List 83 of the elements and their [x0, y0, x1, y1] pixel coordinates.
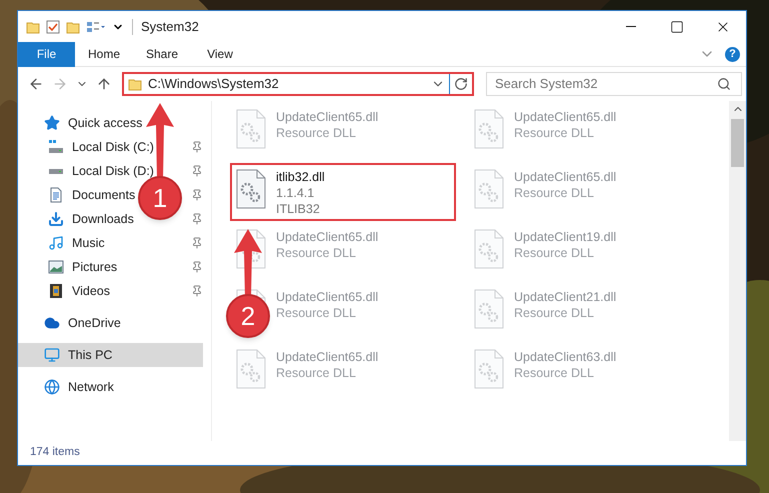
file-detail: Resource DLL [514, 125, 595, 141]
sidebar-item[interactable]: Documents [18, 183, 136, 207]
search-field[interactable]: Search System32 [486, 72, 742, 96]
pin-icon[interactable] [191, 261, 203, 273]
help-button[interactable]: ? [725, 46, 740, 62]
cloud-icon [44, 315, 60, 331]
film-icon [48, 283, 64, 299]
file-detail: Resource DLL [276, 245, 357, 261]
sidebar-item[interactable]: Quick access [18, 111, 142, 135]
sidebar-item[interactable]: Music [18, 231, 105, 255]
address-path: C:\Windows\System32 [148, 75, 280, 94]
settings-file-icon [474, 109, 504, 149]
pictures-icon [48, 259, 64, 275]
file-name: UpdateClient63.dll [514, 349, 616, 365]
scroll-thumb[interactable] [731, 119, 744, 167]
settings-file-icon [236, 169, 266, 209]
drive-icon [48, 168, 64, 174]
file-name: UpdateClient65.dll [276, 349, 378, 365]
window-title: System32 [141, 18, 200, 36]
folder-icon[interactable] [26, 20, 40, 34]
star-icon [44, 115, 60, 131]
file-detail: Resource DLL [276, 365, 357, 381]
file-name: UpdateClient21.dll [514, 289, 616, 305]
file-name: UpdateClient65.dll [514, 169, 616, 185]
file-detail: Resource DLL [514, 245, 595, 261]
minimize-icon [626, 26, 636, 27]
file-name: itlib32.dll [276, 169, 325, 185]
settings-file-icon [236, 349, 266, 389]
sidebar-item[interactable]: This PC [18, 343, 203, 367]
file-name: UpdateClient65.dll [276, 289, 378, 305]
pin-icon[interactable] [191, 141, 203, 153]
settings-file-icon [474, 289, 504, 329]
search-input[interactable]: Search System32 [487, 74, 717, 94]
pin-icon[interactable] [191, 237, 203, 249]
new-folder-icon[interactable] [66, 20, 80, 34]
ribbon-tab[interactable]: File [18, 42, 75, 66]
sidebar-item[interactable]: OneDrive [18, 311, 121, 335]
monitor-icon [44, 347, 60, 363]
highlighted-file-item[interactable]: itlib32.dll 1.1.4.1 ITLIB32 [234, 167, 452, 217]
file-name: UpdateClient65.dll [276, 229, 378, 245]
sidebar-item[interactable]: Videos [18, 279, 110, 303]
music-icon [48, 235, 64, 251]
search-icon[interactable] [717, 77, 731, 91]
network-icon [44, 379, 60, 395]
sidebar-item[interactable]: Network [18, 375, 114, 399]
settings-file-icon [474, 349, 504, 389]
sidebar-item[interactable]: Local Disk (C:) [18, 135, 154, 159]
file-detail: ITLIB32 [276, 201, 321, 217]
address-field[interactable]: C:\Windows\System32 [122, 72, 474, 96]
file-detail: Resource DLL [276, 125, 357, 141]
file-detail: Resource DLL [514, 305, 595, 321]
file-detail: Resource DLL [276, 305, 357, 321]
view-options-icon[interactable] [86, 20, 106, 34]
file-name: UpdateClient65.dll [514, 109, 616, 125]
file-detail: Resource DLL [514, 185, 595, 201]
pin-icon[interactable] [191, 285, 203, 297]
pin-icon[interactable] [191, 189, 203, 201]
pin-icon[interactable] [191, 165, 203, 177]
ribbon-tab[interactable]: Home [75, 42, 133, 66]
drive-icon [48, 139, 64, 155]
scrollbar[interactable] [729, 101, 746, 441]
item-count: 174 items [30, 445, 80, 460]
ribbon-tab[interactable]: View [191, 42, 249, 66]
forward-icon[interactable] [52, 76, 68, 92]
sidebar-item[interactable]: Downloads [18, 207, 134, 231]
maximize-icon [670, 20, 684, 34]
file-name: UpdateClient19.dll [514, 229, 616, 245]
settings-file-icon [236, 109, 266, 149]
sidebar-item[interactable]: Pictures [18, 255, 118, 279]
back-icon[interactable] [28, 76, 44, 92]
file-name: UpdateClient65.dll [276, 109, 378, 125]
file-detail: Resource DLL [514, 365, 595, 381]
download-icon [48, 211, 64, 227]
refresh-icon[interactable] [454, 77, 468, 91]
document-icon [48, 187, 64, 203]
settings-file-icon [474, 169, 504, 209]
ribbon-tab[interactable]: Share [133, 42, 191, 66]
file-detail: 1.1.4.1 [276, 185, 316, 201]
up-icon[interactable] [96, 76, 112, 92]
properties-icon[interactable] [46, 20, 60, 34]
settings-file-icon [474, 229, 504, 269]
folder-icon [128, 77, 142, 91]
pin-icon[interactable] [191, 213, 203, 225]
